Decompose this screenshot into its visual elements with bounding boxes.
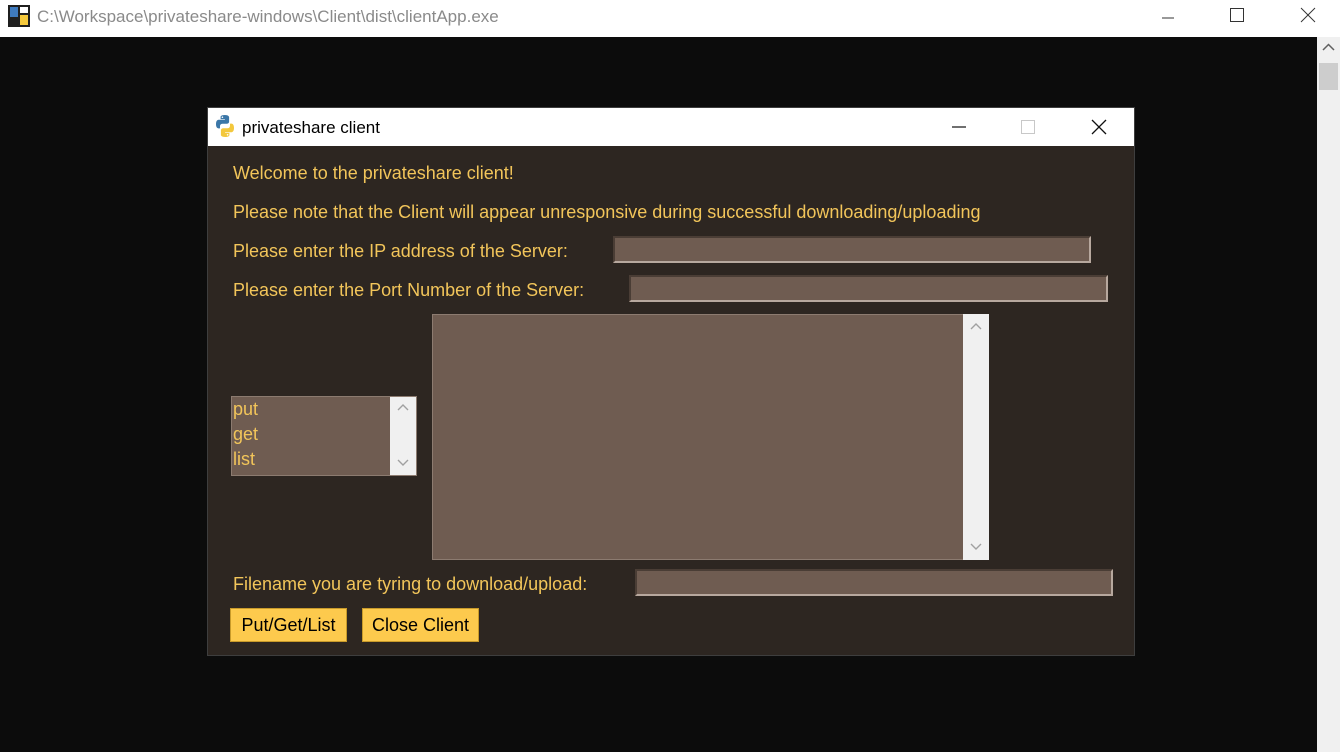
dialog-minimize-button[interactable]: [937, 112, 981, 142]
scroll-up-icon[interactable]: [397, 403, 409, 411]
dialog-maximize-button: [1006, 112, 1050, 142]
scroll-down-icon[interactable]: [970, 543, 982, 551]
output-text-scrollbar[interactable]: [963, 314, 989, 560]
close-client-button[interactable]: Close Client: [362, 608, 479, 642]
port-number-label: Please enter the Port Number of the Serv…: [233, 280, 585, 300]
python-logo-icon: [216, 115, 234, 137]
command-option-get[interactable]: get: [232, 422, 416, 447]
minimize-icon: [1162, 17, 1174, 19]
close-icon: [1300, 7, 1316, 23]
maximize-icon: [1230, 8, 1244, 22]
dialog-close-button[interactable]: [1077, 112, 1121, 142]
note-text: Please note that the Client will appear …: [233, 202, 981, 222]
dialog-title: privateshare client: [242, 118, 380, 137]
scroll-up-icon[interactable]: [970, 322, 982, 330]
client-dialog: privateshare client Welcome to the priva…: [207, 107, 1135, 656]
scroll-up-icon[interactable]: [1322, 43, 1335, 51]
output-text-area[interactable]: [432, 314, 964, 560]
scroll-down-icon[interactable]: [397, 459, 409, 467]
outer-vertical-scrollbar[interactable]: [1317, 37, 1340, 752]
maximize-icon: [1021, 120, 1035, 134]
scrollbar-thumb[interactable]: [1319, 63, 1338, 90]
port-number-input[interactable]: [629, 275, 1108, 302]
command-listbox-scrollbar[interactable]: [390, 397, 416, 475]
python-app-icon: [8, 5, 30, 27]
command-option-list[interactable]: list: [232, 447, 416, 472]
outer-window-title: C:\Workspace\privateshare-windows\Client…: [37, 7, 499, 26]
ip-address-input[interactable]: [613, 236, 1091, 263]
close-icon: [1091, 119, 1107, 135]
filename-input[interactable]: [635, 569, 1113, 596]
outer-minimize-button[interactable]: [1145, 0, 1191, 30]
put-get-list-button[interactable]: Put/Get/List: [230, 608, 347, 642]
outer-close-button[interactable]: [1285, 0, 1331, 30]
command-option-put[interactable]: put: [232, 397, 416, 422]
minimize-icon: [952, 126, 966, 128]
welcome-text: Welcome to the privateshare client!: [233, 163, 514, 183]
ip-address-label: Please enter the IP address of the Serve…: [233, 241, 568, 261]
dialog-title-bar: privateshare client: [208, 108, 1134, 146]
filename-label: Filename you are tyring to download/uplo…: [233, 574, 588, 594]
outer-title-bar: C:\Workspace\privateshare-windows\Client…: [0, 0, 1340, 37]
outer-maximize-button[interactable]: [1214, 0, 1260, 30]
